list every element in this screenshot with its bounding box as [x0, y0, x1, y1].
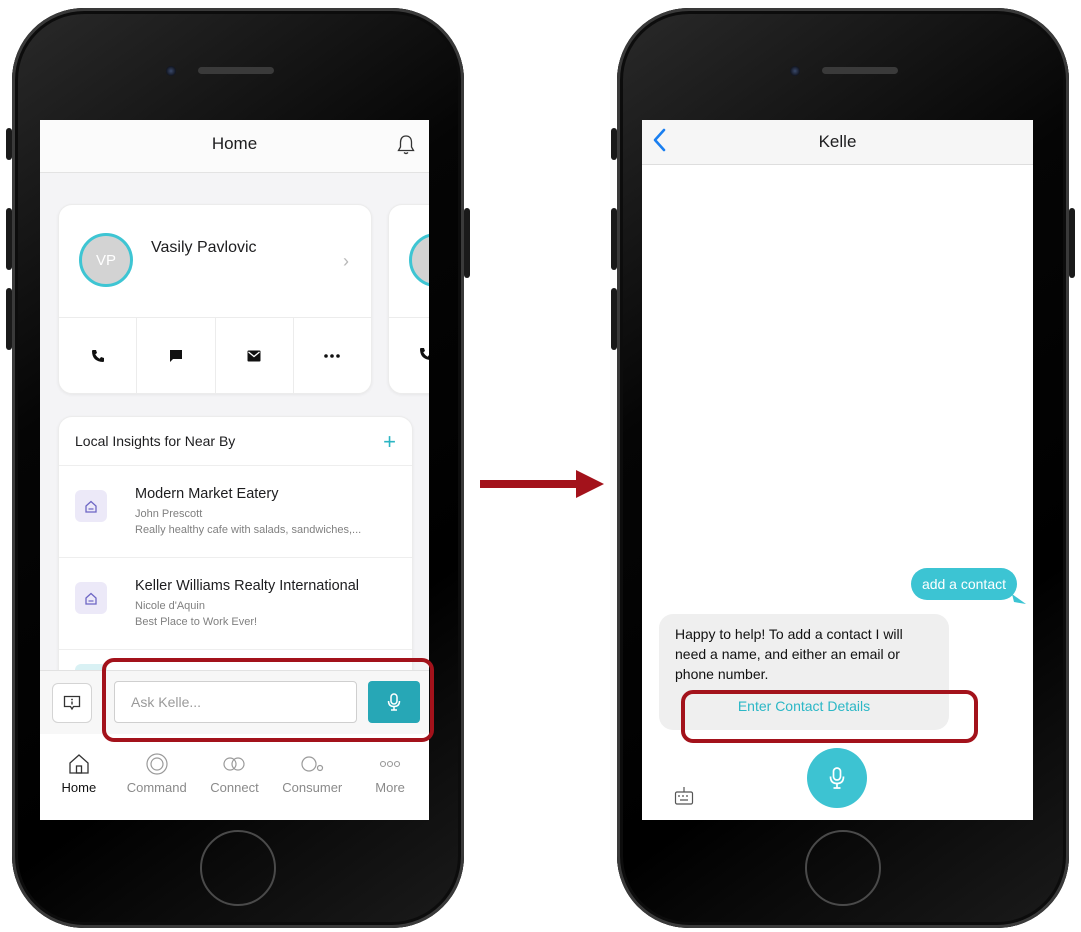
- more-button[interactable]: [294, 318, 371, 394]
- chat-header: Kelle: [642, 120, 1033, 165]
- chat-icon: [169, 350, 182, 362]
- tab-label: More: [375, 780, 405, 795]
- highlight-ask-bar: [102, 658, 434, 742]
- contact-card-next[interactable]: [388, 204, 429, 394]
- info-message-icon: [63, 695, 81, 711]
- home-header: Home: [40, 120, 429, 173]
- tab-consumer[interactable]: Consumer: [273, 734, 351, 820]
- tab-home[interactable]: Home: [40, 734, 118, 820]
- add-insight-button[interactable]: +: [383, 429, 396, 455]
- consumer-icon: [301, 756, 324, 772]
- home-button[interactable]: [805, 830, 881, 906]
- phone-icon[interactable]: [419, 347, 429, 361]
- tab-more[interactable]: More: [351, 734, 429, 820]
- contact-name: Vasily Pavlovic: [151, 239, 257, 256]
- insight-author: John Prescott: [135, 508, 203, 520]
- insight-title: Keller Williams Realty International: [135, 578, 360, 594]
- volume-down-button: [611, 288, 617, 350]
- tab-command[interactable]: Command: [118, 734, 196, 820]
- mail-icon: [247, 350, 261, 362]
- power-button: [464, 208, 470, 278]
- message-button[interactable]: [137, 318, 216, 394]
- info-button[interactable]: [52, 683, 92, 723]
- connect-icon: [223, 757, 246, 771]
- bot-message-text: Happy to help! To add a contact I will n…: [675, 626, 903, 682]
- arrow-head: [576, 470, 604, 498]
- insight-title: Modern Market Eatery: [135, 486, 279, 502]
- contact-card[interactable]: VP Vasily Pavlovic ›: [58, 204, 372, 394]
- insight-description: Really healthy cafe with salads, sandwic…: [135, 524, 362, 536]
- earpiece-speaker: [822, 67, 898, 74]
- house-icon: [75, 490, 107, 522]
- call-button[interactable]: [59, 318, 138, 394]
- list-item[interactable]: Modern Market Eatery John Prescott Reall…: [59, 465, 412, 558]
- phone-frame-home: Home VP Vasily Pavlovic › Local Insights…: [6, 8, 470, 928]
- chevron-right-icon[interactable]: ›: [343, 251, 349, 272]
- tab-connect[interactable]: Connect: [196, 734, 274, 820]
- more-dots-icon: [380, 760, 401, 768]
- card-divider: [389, 317, 429, 318]
- phone-icon: [91, 350, 104, 362]
- bubble-tail: [1012, 594, 1026, 604]
- earpiece-speaker: [198, 67, 274, 74]
- email-button[interactable]: [216, 318, 294, 394]
- insight-description: Best Place to Work Ever!: [135, 616, 258, 628]
- power-button: [1069, 208, 1075, 278]
- ellipsis-icon: [324, 354, 341, 358]
- front-camera: [166, 66, 176, 76]
- mute-switch: [611, 128, 617, 160]
- volume-up-button: [6, 208, 12, 270]
- tab-label: Consumer: [282, 780, 343, 795]
- transition-arrow: [480, 480, 578, 488]
- insights-heading: Local Insights for Near By: [75, 433, 236, 449]
- mute-switch: [6, 128, 12, 160]
- tab-label: Connect: [210, 780, 259, 795]
- home-button[interactable]: [200, 830, 276, 906]
- keyboard-icon[interactable]: [674, 786, 694, 806]
- insight-author: Nicole d'Aquin: [135, 600, 205, 612]
- avatar: VP: [79, 233, 133, 287]
- chat-title: Kelle: [818, 132, 857, 151]
- house-icon: [75, 582, 107, 614]
- phone-frame-chat: Kelle add a contact Happy to help! To ad…: [611, 8, 1075, 928]
- tab-bar: Home Command Connect Consumer More: [40, 734, 429, 820]
- avatar: [409, 233, 429, 287]
- volume-up-button: [611, 208, 617, 270]
- tab-label: Home: [61, 780, 97, 795]
- tab-label: Command: [126, 780, 187, 795]
- microphone-icon: [829, 767, 845, 789]
- front-camera: [790, 66, 800, 76]
- voice-input-button[interactable]: [807, 748, 867, 808]
- list-item[interactable]: Keller Williams Realty International Nic…: [59, 557, 412, 650]
- page-title: Home: [211, 134, 258, 153]
- home-icon: [69, 754, 89, 774]
- highlight-enter-contact: [681, 690, 978, 743]
- volume-down-button: [6, 288, 12, 350]
- bell-icon[interactable]: [397, 134, 415, 156]
- contact-actions: [59, 317, 371, 394]
- user-message-bubble: add a contact: [910, 568, 1017, 600]
- command-icon: [146, 753, 168, 775]
